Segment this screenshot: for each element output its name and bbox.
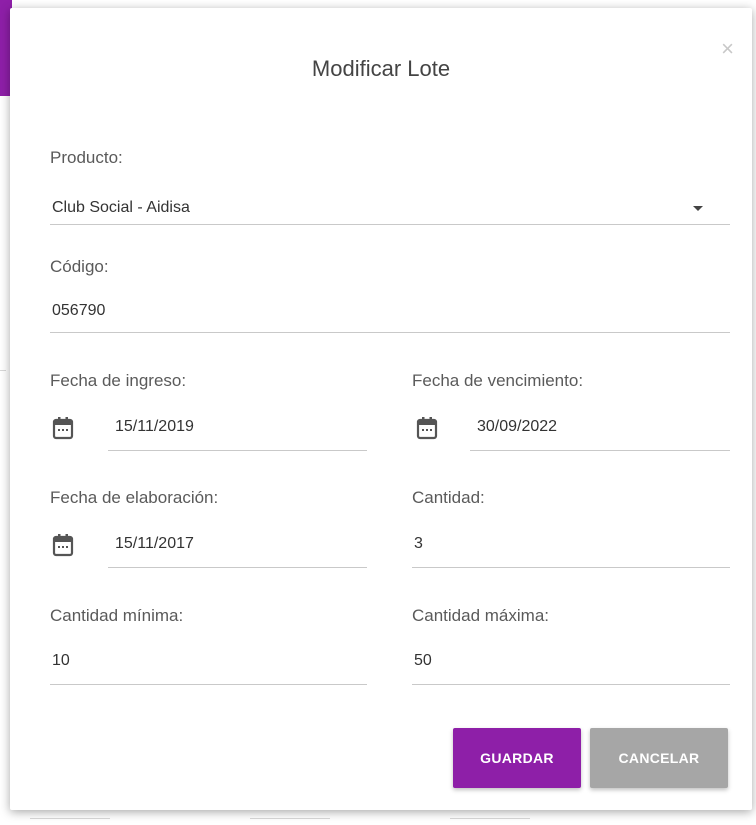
- fecha-ingreso-input[interactable]: 15/11/2019: [108, 412, 367, 452]
- fecha-ingreso-value: 15/11/2019: [115, 418, 194, 435]
- codigo-value: 056790: [52, 302, 106, 319]
- cantidad-maxima-label: Cantidad máxima:: [412, 606, 550, 625]
- cantidad-maxima-value: 50: [414, 652, 432, 669]
- cantidad-maxima-underline: [412, 684, 730, 685]
- codigo-input[interactable]: 056790: [50, 298, 730, 334]
- producto-selected-value: Club Social - Aidisa: [52, 199, 190, 216]
- cantidad-underline: [412, 567, 730, 568]
- producto-label: Producto:: [50, 148, 123, 167]
- cantidad-value: 3: [414, 535, 423, 552]
- fecha-vencimiento-underline: [470, 450, 730, 451]
- chevron-down-icon: [693, 206, 703, 211]
- fecha-elaboracion-label: Fecha de elaboración:: [50, 488, 219, 507]
- producto-underline: [50, 224, 730, 225]
- modify-lot-dialog: Modificar Lote × Producto: Club Social -…: [10, 8, 752, 810]
- save-button[interactable]: GUARDAR: [453, 728, 581, 788]
- cantidad-minima-underline: [50, 684, 367, 685]
- fecha-vencimiento-label: Fecha de vencimiento:: [412, 371, 584, 390]
- codigo-underline: [50, 332, 730, 333]
- fecha-vencimiento-value: 30/09/2022: [477, 418, 558, 435]
- fecha-elaboracion-input[interactable]: 15/11/2017: [108, 529, 367, 569]
- calendar-icon[interactable]: [52, 416, 74, 440]
- cantidad-label: Cantidad:: [412, 488, 485, 507]
- background-divider: [450, 818, 530, 819]
- cantidad-minima-label: Cantidad mínima:: [50, 606, 184, 625]
- codigo-label: Código:: [50, 257, 109, 276]
- cantidad-input[interactable]: 3: [412, 529, 730, 569]
- dialog-title: Modificar Lote: [311, 56, 451, 81]
- background-divider: [0, 370, 6, 371]
- cantidad-maxima-input[interactable]: 50: [412, 646, 730, 686]
- close-icon[interactable]: ×: [721, 38, 734, 60]
- cancel-button[interactable]: CANCELAR: [590, 728, 728, 788]
- fecha-vencimiento-input[interactable]: 30/09/2022: [470, 412, 730, 452]
- background-divider: [30, 818, 110, 819]
- fecha-elaboracion-value: 15/11/2017: [115, 535, 194, 552]
- producto-select[interactable]: Club Social - Aidisa: [50, 196, 730, 226]
- cantidad-minima-value: 10: [52, 652, 70, 669]
- fecha-elaboracion-underline: [108, 567, 367, 568]
- calendar-icon[interactable]: [416, 416, 438, 440]
- fecha-ingreso-underline: [108, 450, 367, 451]
- calendar-icon[interactable]: [52, 533, 74, 557]
- cantidad-minima-input[interactable]: 10: [50, 646, 367, 686]
- fecha-ingreso-label: Fecha de ingreso:: [50, 371, 187, 390]
- background-divider: [250, 818, 330, 819]
